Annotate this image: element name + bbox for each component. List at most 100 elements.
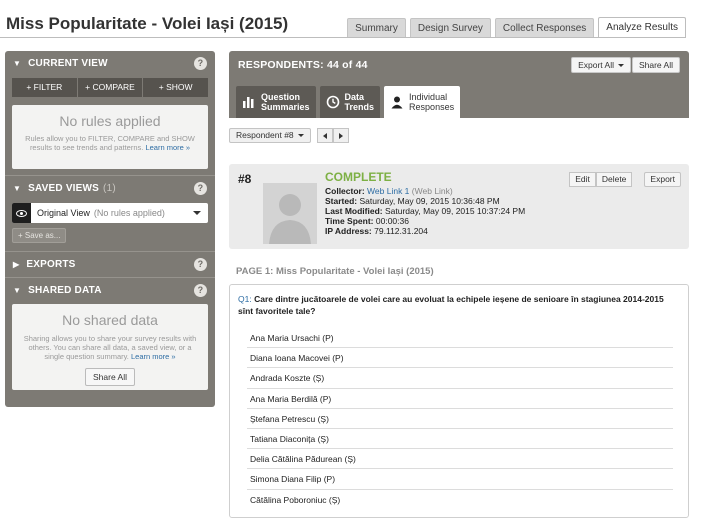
shared-data-header[interactable]: ▼ SHARED DATA ? <box>5 278 215 303</box>
current-view-header[interactable]: ▼ CURRENT VIEW ? <box>5 51 215 76</box>
collapse-triangle-icon: ▼ <box>13 59 22 68</box>
learn-more-link[interactable]: Learn more » <box>145 143 190 152</box>
saved-view-note: (No rules applied) <box>93 208 165 218</box>
exports-header[interactable]: ▶ EXPORTS ? <box>5 252 215 277</box>
current-view-title: CURRENT VIEW <box>28 58 108 69</box>
header-divider <box>0 37 686 38</box>
status-badge: COMPLETE <box>325 170 392 184</box>
no-rules-text: Rules allow you to FILTER, COMPARE and S… <box>12 134 208 152</box>
question-text-block: Q1: Care dintre jucătoarele de volei car… <box>238 293 678 317</box>
ip-address-label: IP Address: <box>325 226 372 236</box>
chevron-left-icon <box>322 132 327 139</box>
no-shared-data-text: Sharing allows you to share your survey … <box>12 334 208 361</box>
respondents-count: RESPONDENTS: 44 of 44 <box>238 59 368 71</box>
help-icon[interactable]: ? <box>194 182 207 195</box>
saved-view-select[interactable]: Original View (No rules applied) <box>12 203 208 223</box>
avatar <box>263 183 317 244</box>
compare-button[interactable]: + COMPARE <box>77 78 143 97</box>
started-label: Started: <box>325 196 358 206</box>
no-rules-title: No rules applied <box>59 113 161 129</box>
tab-design-survey[interactable]: Design Survey <box>409 18 491 37</box>
saved-views-header[interactable]: ▼ SAVED VIEWS (1) ? <box>5 176 215 201</box>
learn-more-link[interactable]: Learn more » <box>131 352 176 361</box>
collector-label: Collector: <box>325 186 365 196</box>
person-icon <box>391 96 403 109</box>
collector-link[interactable]: Web Link 1 <box>367 186 409 196</box>
answer-item: Tatiana Diaconița (Ș) <box>247 429 673 450</box>
question-number: Q1: <box>238 294 252 304</box>
expand-triangle-icon: ▶ <box>13 260 20 269</box>
export-all-button[interactable]: Export All <box>571 57 631 73</box>
answer-item: Ștefana Petrescu (Ș) <box>247 409 673 429</box>
answer-item: Cătălina Poboroniuc (Ș) <box>250 494 341 505</box>
answer-item: Simona Diana Filip (P) <box>247 469 673 490</box>
share-all-top-button[interactable]: Share All <box>631 57 680 73</box>
respondent-pager: Respondent #8 <box>229 128 349 143</box>
ip-address-value: 79.112.31.204 <box>374 226 428 236</box>
show-button[interactable]: + SHOW <box>143 78 209 97</box>
question-text: Care dintre jucătoarele de volei care au… <box>238 294 664 316</box>
collapse-triangle-icon: ▼ <box>13 184 22 193</box>
answer-list: Ana Maria Ursachi (P) Diana Ioana Macove… <box>247 328 673 510</box>
response-metadata: Collector: Web Link 1 (Web Link) Started… <box>325 186 525 236</box>
result-tabs: Question Summaries Data Trends Individual R… <box>236 86 461 118</box>
respondent-select[interactable]: Respondent #8 <box>229 128 311 143</box>
help-icon[interactable]: ? <box>194 57 207 70</box>
last-modified-label: Last Modified: <box>325 206 383 216</box>
bar-chart-icon <box>243 97 254 108</box>
answer-item: Ana Maria Ursachi (P) <box>247 328 673 349</box>
chevron-down-icon <box>193 211 201 215</box>
answer-item: Diana Ioana Macovei (P) <box>247 348 673 369</box>
results-header: RESPONDENTS: 44 of 44 Export All Share A… <box>229 51 689 118</box>
tab-analyze-results[interactable]: Analyze Results <box>598 17 686 38</box>
clock-icon <box>326 95 339 109</box>
tab-individual-responses[interactable]: Individual Responses <box>384 86 461 118</box>
edit-button[interactable]: Edit <box>569 172 596 187</box>
page-title: Miss Popularitate - Volei Iași (2015) <box>6 14 289 33</box>
tab-data-trends[interactable]: Data Trends <box>319 86 381 118</box>
tab-collect-responses[interactable]: Collect Responses <box>494 18 595 37</box>
tab-line2: Trends <box>344 102 375 112</box>
saved-view-name: Original View <box>37 208 90 218</box>
top-tabs: Summary Design Survey Collect Responses … <box>347 17 686 38</box>
saved-views-title: SAVED VIEWS <box>28 183 100 194</box>
answer-item: Delia Cătălina Pădurean (Ș) <box>247 449 673 470</box>
collapse-triangle-icon: ▼ <box>13 286 22 295</box>
response-card: #8 COMPLETE Collector: Web Link 1 (Web L… <box>229 164 689 249</box>
help-icon[interactable]: ? <box>194 258 207 271</box>
answer-item: Ana Maria Berdilă (P) <box>247 389 673 409</box>
shared-data-title: SHARED DATA <box>28 285 102 296</box>
tab-line2: Responses <box>409 102 455 112</box>
delete-button[interactable]: Delete <box>595 172 633 187</box>
tab-summary[interactable]: Summary <box>347 18 406 37</box>
exports-title: EXPORTS <box>26 259 76 270</box>
no-shared-data-panel: No shared data Sharing allows you to sha… <box>12 304 208 390</box>
last-modified-value: Saturday, May 09, 2015 10:37:24 PM <box>384 206 526 216</box>
no-shared-data-title: No shared data <box>62 312 158 328</box>
eye-icon <box>12 203 31 223</box>
help-icon[interactable]: ? <box>194 284 207 297</box>
sidebar: ▼ CURRENT VIEW ? + FILTER + COMPARE + SH… <box>5 51 215 407</box>
chevron-down-icon <box>618 64 624 68</box>
time-spent-value: 00:00:36 <box>375 216 409 226</box>
answer-item: Andrada Koszte (Ș) <box>247 368 673 389</box>
collector-note: (Web Link) <box>411 186 453 196</box>
respondent-number: #8 <box>238 172 252 186</box>
export-button[interactable]: Export <box>644 172 681 187</box>
previous-respondent-button[interactable] <box>316 128 333 143</box>
no-rules-panel: No rules applied Rules allow you to FILT… <box>12 105 208 169</box>
saved-views-count: (1) <box>103 183 116 194</box>
save-as-button[interactable]: + Save as... <box>12 228 67 243</box>
tab-line1: Individual <box>409 92 448 102</box>
tab-line1: Question <box>261 92 301 102</box>
respondent-select-label: Respondent #8 <box>236 130 294 140</box>
tab-line1: Data <box>344 92 365 102</box>
share-all-button[interactable]: Share All <box>84 368 136 386</box>
time-spent-label: Time Spent: <box>325 216 374 226</box>
tab-question-summaries[interactable]: Question Summaries <box>236 86 316 118</box>
export-all-label: Export All <box>578 60 614 70</box>
filter-button[interactable]: + FILTER <box>12 78 77 97</box>
next-respondent-button[interactable] <box>332 128 349 143</box>
response-actions: Edit Delete Export <box>569 172 681 187</box>
chevron-down-icon <box>297 134 304 138</box>
